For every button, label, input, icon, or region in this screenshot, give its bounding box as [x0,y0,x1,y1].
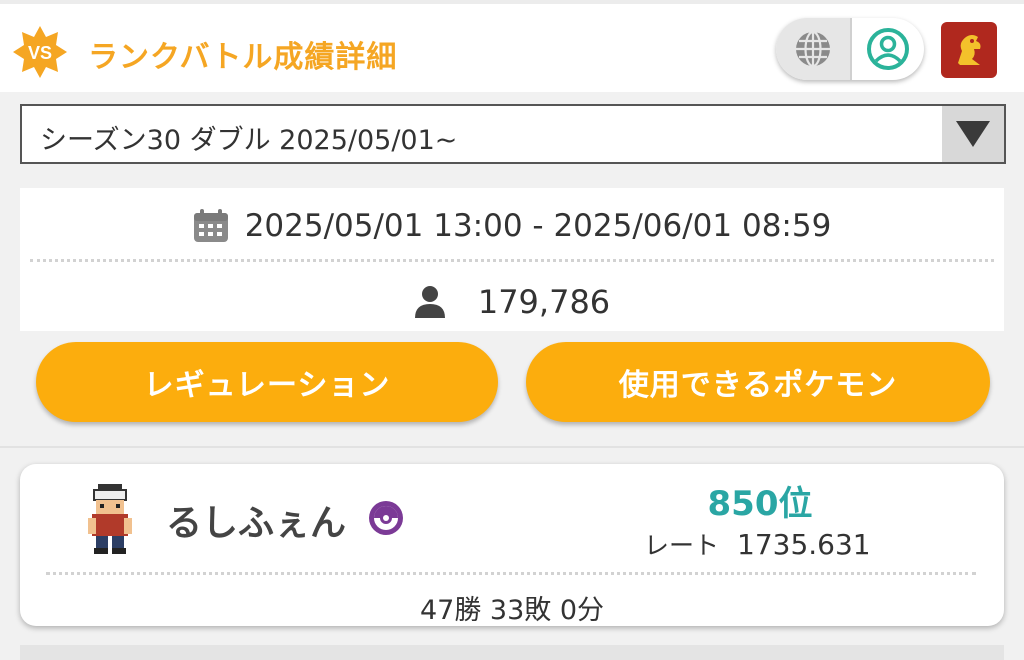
account-button[interactable] [852,18,924,80]
player-rate-row: レート 1735.631 [644,526,871,562]
season-select[interactable]: シーズン30 ダブル 2025/05/01~ [20,104,1006,164]
player-count-row: 179,786 [0,276,1024,328]
header-toggle-group [776,18,924,80]
pokeball-icon [369,501,403,535]
win-loss-record: 47勝 33敗 0分 [419,595,605,626]
player-name: るしふぇん [166,503,347,544]
player-result-card[interactable]: るしふぇん 850位 レート 1735.631 47勝 33敗 0分 [20,464,1004,626]
season-period-row: 2025/05/01 13:00 - 2025/06/01 08:59 [20,202,1004,250]
person-icon [414,286,445,318]
crest-icon[interactable] [941,22,997,78]
card-dotted-divider [46,572,976,575]
rate-value: 1735.631 [737,528,871,561]
language-button[interactable] [776,18,850,80]
vs-badge-icon: VS [13,26,67,78]
player-count: 179,786 [477,283,611,321]
vs-badge-text: VS [28,43,52,63]
next-section-edge [20,645,1004,660]
lion-crest-graphic [958,35,981,65]
calendar-icon [193,209,228,242]
user-circle-icon [867,28,909,70]
app-header: VS ランクバトル成績詳細 [0,0,1024,92]
season-select-value: シーズン30 ダブル 2025/05/01~ [40,125,458,156]
rate-label: レート [644,531,720,560]
section-divider [0,446,1024,448]
dotted-divider [30,259,994,262]
season-select-toggle[interactable] [942,106,1004,162]
regulation-button[interactable]: レギュレーション [36,342,498,422]
caret-down-icon [956,121,990,147]
trainer-sprite-icon [88,484,132,554]
globe-icon [796,30,830,68]
page-title: ランクバトル成績詳細 [88,40,398,75]
season-period: 2025/05/01 13:00 - 2025/06/01 08:59 [244,208,832,244]
player-rank: 850位 [707,484,813,524]
usable-pokemon-button[interactable]: 使用できるポケモン [526,342,990,422]
